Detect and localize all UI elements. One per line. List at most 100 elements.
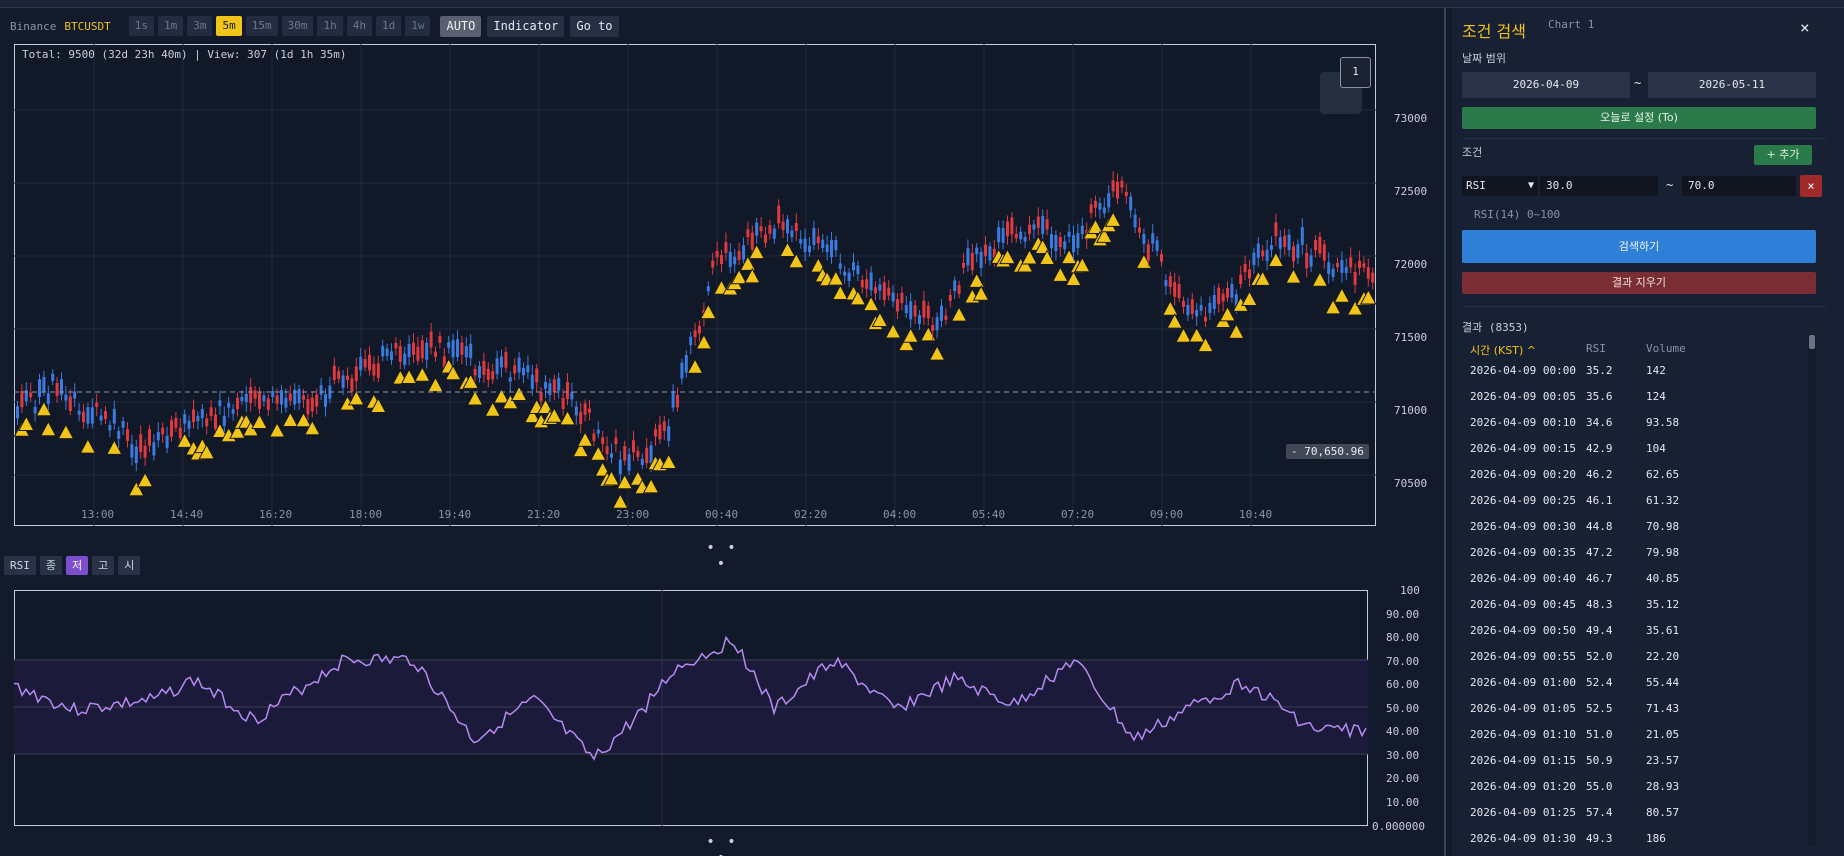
candle-body: [1045, 219, 1049, 230]
result-row[interactable]: 2026-04-09 00:30 44.8 70.98: [1462, 514, 1808, 540]
candle-body: [200, 409, 204, 419]
candle-body: [896, 299, 899, 312]
column-header-rsi[interactable]: RSI: [1586, 342, 1606, 355]
candle-body: [407, 343, 411, 358]
result-volume: 142: [1646, 364, 1666, 377]
signal-marker: [950, 306, 968, 322]
candle-body: [1133, 214, 1137, 228]
rsi-button[interactable]: RSI: [4, 556, 36, 575]
scrollbar-thumb[interactable]: [1809, 335, 1815, 349]
signal-marker: [695, 333, 713, 350]
timeframe-1d-button[interactable]: 1d: [375, 16, 402, 36]
rsi-high-button[interactable]: 고: [92, 556, 115, 575]
result-row[interactable]: 2026-04-09 00:15 42.9 104: [1462, 436, 1808, 462]
timeframe-1h-button[interactable]: 1h: [317, 16, 343, 36]
candle-body: [205, 418, 209, 427]
signal-marker: [616, 473, 634, 490]
timeframe-15m-button[interactable]: 15m: [245, 16, 278, 36]
date-from-input[interactable]: 2026-04-09: [1462, 72, 1630, 98]
delete-condition-button[interactable]: ×: [1800, 175, 1822, 197]
candle-body: [121, 421, 125, 428]
time-tick: 00:40: [705, 508, 739, 521]
result-row[interactable]: 2026-04-09 00:55 52.0 22.20: [1462, 644, 1808, 670]
rsi-low-button[interactable]: 저: [66, 556, 89, 575]
result-volume: 35.61: [1646, 624, 1680, 637]
result-row[interactable]: 2026-04-09 00:45 48.3 35.12: [1462, 592, 1808, 618]
close-icon[interactable]: ×: [1800, 18, 1810, 37]
result-row[interactable]: 2026-04-09 01:20 55.0 28.93: [1462, 774, 1808, 800]
time-tick: 14:40: [170, 508, 204, 521]
page-badge[interactable]: 1: [1340, 57, 1371, 88]
result-row[interactable]: 2026-04-09 01:30 49.3 186: [1462, 826, 1808, 852]
set-today-button[interactable]: 오늘로 설정 (To): [1462, 107, 1816, 129]
result-row[interactable]: 2026-04-09 00:35 47.2 79.98: [1462, 540, 1808, 566]
condition-indicator-select[interactable]: RSI ▼: [1462, 176, 1538, 196]
results-scrollbar[interactable]: [1808, 335, 1816, 845]
auto-button[interactable]: AUTO: [440, 15, 482, 37]
result-row[interactable]: 2026-04-09 00:40 46.7 40.85: [1462, 566, 1808, 592]
search-button[interactable]: 검색하기: [1462, 230, 1816, 263]
candle-body: [676, 394, 679, 408]
result-row[interactable]: 2026-04-09 00:50 49.4 35.61: [1462, 618, 1808, 644]
resize-handle[interactable]: • • •: [702, 834, 742, 856]
candle-body: [1036, 216, 1040, 228]
candle-body: [786, 219, 789, 234]
timeframe-3m-button[interactable]: 3m: [187, 16, 213, 36]
result-row[interactable]: 2026-04-09 01:25 57.4 80.57: [1462, 800, 1808, 826]
candle-body: [271, 390, 275, 398]
resize-handle[interactable]: • • •: [702, 540, 742, 572]
timeframe-4h-button[interactable]: 4h: [346, 16, 372, 36]
result-volume: 28.93: [1646, 780, 1680, 793]
candle-body: [794, 223, 798, 231]
candle-body: [1239, 274, 1243, 285]
result-time: 2026-04-09 00:40: [1470, 572, 1576, 585]
candle-body: [614, 437, 618, 445]
date-to-input[interactable]: 2026-05-11: [1648, 72, 1816, 98]
symbol-label[interactable]: BTCUSDT: [64, 20, 110, 33]
condition-min-input[interactable]: 30.0: [1540, 176, 1658, 196]
indicator-button[interactable]: Indicator: [487, 15, 565, 37]
candle-body: [640, 458, 644, 466]
candle-body: [944, 315, 948, 320]
column-header-time[interactable]: 시간 (KST) ^: [1470, 342, 1536, 358]
candle-body: [16, 406, 19, 419]
timeframe-1w-button[interactable]: 1w: [405, 16, 431, 36]
rsi-close-button[interactable]: 종: [39, 556, 62, 575]
condition-max-input[interactable]: 70.0: [1682, 176, 1796, 196]
candle-body: [1160, 253, 1163, 262]
candle-body: [1366, 267, 1370, 279]
result-time: 2026-04-09 00:35: [1470, 546, 1576, 559]
result-row[interactable]: 2026-04-09 00:05 35.6 124: [1462, 384, 1808, 410]
result-row[interactable]: 2026-04-09 01:15 50.9 23.57: [1462, 748, 1808, 774]
candle-body: [548, 383, 552, 395]
divider: [1462, 138, 1826, 139]
result-row[interactable]: 2026-04-09 01:00 52.4 55.44: [1462, 670, 1808, 696]
result-row[interactable]: 2026-04-09 00:00 35.2 142: [1462, 358, 1808, 384]
candle-body: [284, 397, 288, 408]
candle-body: [38, 379, 41, 397]
timeframe-30m-button[interactable]: 30m: [281, 16, 314, 36]
column-header-volume[interactable]: Volume: [1646, 342, 1686, 355]
timeframe-5m-button[interactable]: 5m: [216, 16, 242, 36]
timeframe-1s-button[interactable]: 1s: [128, 16, 154, 36]
timeframe-1m-button[interactable]: 1m: [157, 16, 184, 36]
goto-button[interactable]: Go to: [570, 15, 619, 37]
result-row[interactable]: 2026-04-09 01:05 52.5 71.43: [1462, 696, 1808, 722]
result-row[interactable]: 2026-04-09 00:20 46.2 62.65: [1462, 462, 1808, 488]
result-row[interactable]: 2026-04-09 01:10 51.0 21.05: [1462, 722, 1808, 748]
rsi-open-button[interactable]: 시: [118, 556, 141, 575]
candle-body: [1146, 244, 1150, 261]
candle-body: [979, 251, 983, 269]
clear-results-button[interactable]: 결과 지우기: [1462, 272, 1816, 294]
result-row[interactable]: 2026-04-09 00:25 46.1 61.32: [1462, 488, 1808, 514]
candle-body: [539, 392, 543, 402]
candle-body: [966, 248, 970, 266]
add-condition-button[interactable]: + 추가: [1754, 145, 1812, 165]
candle-body: [1107, 193, 1111, 208]
signal-marker: [39, 420, 57, 437]
candle-body: [689, 336, 693, 346]
candle-body: [557, 378, 561, 391]
candle-body: [429, 331, 433, 348]
candle-body: [953, 280, 957, 292]
result-row[interactable]: 2026-04-09 00:10 34.6 93.58: [1462, 410, 1808, 436]
